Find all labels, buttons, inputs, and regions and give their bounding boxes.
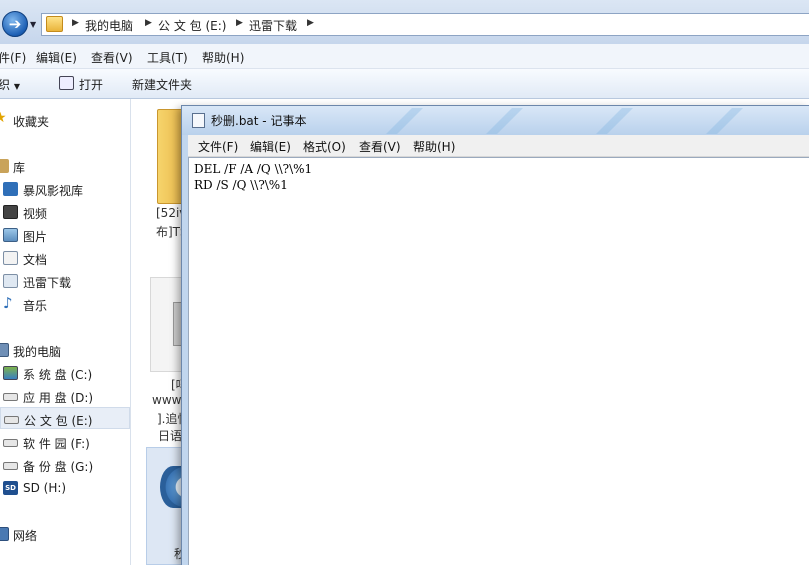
notepad-title-bar[interactable]: 秒删.bat - 记事本 bbox=[182, 106, 809, 135]
nav-computer[interactable]: 我的电脑 bbox=[0, 339, 130, 361]
nav-drive-label: 备 份 盘 (G:) bbox=[23, 460, 94, 474]
sd-card-icon: SD bbox=[3, 481, 18, 495]
nav-drive-label: SD (H:) bbox=[23, 481, 67, 495]
open-button[interactable]: 打开 bbox=[79, 76, 103, 93]
nav-drive-f[interactable]: 软 件 园 (F:) bbox=[0, 431, 130, 453]
nav-libraries-label: 库 bbox=[13, 161, 26, 175]
nav-item-videos[interactable]: 视频 bbox=[0, 201, 130, 223]
chevron-down-icon: ▼ bbox=[13, 82, 20, 91]
music-note-icon: ♪ bbox=[3, 294, 13, 312]
address-box[interactable]: ▶ 我的电脑 ▶ 公 文 包 (E:) ▶ 迅雷下载 ▶ bbox=[41, 13, 809, 36]
nav-item-label: 暴风影视库 bbox=[23, 184, 84, 198]
nav-network-label: 网络 bbox=[13, 529, 38, 543]
film-icon bbox=[3, 205, 18, 219]
folder-icon bbox=[46, 16, 63, 32]
menu-file[interactable]: 件(F) bbox=[0, 49, 26, 66]
nav-item-music[interactable]: ♪ 音乐 bbox=[0, 293, 130, 315]
menu-edit[interactable]: 编辑(E) bbox=[36, 49, 77, 66]
np-menu-file[interactable]: 文件(F) bbox=[198, 138, 238, 155]
download-library-icon bbox=[3, 274, 18, 288]
breadcrumb-my-computer[interactable]: 我的电脑 bbox=[85, 17, 133, 34]
hard-drive-icon bbox=[3, 462, 18, 470]
back-arrow-icon[interactable]: ➔ bbox=[2, 11, 28, 37]
np-menu-view[interactable]: 查看(V) bbox=[359, 138, 401, 155]
explorer-toolbar: 织 ▼ 打开 新建文件夹 bbox=[0, 69, 809, 99]
nav-drive-g[interactable]: 备 份 盘 (G:) bbox=[0, 454, 130, 476]
hard-drive-icon bbox=[3, 439, 18, 447]
aero-glass-decoration bbox=[702, 108, 750, 134]
nav-item-pictures[interactable]: 图片 bbox=[0, 224, 130, 246]
organize-button[interactable]: 织 ▼ bbox=[0, 76, 20, 93]
breadcrumb-separator-icon[interactable]: ▶ bbox=[145, 18, 152, 28]
menu-view[interactable]: 查看(V) bbox=[91, 49, 133, 66]
star-icon: ★ bbox=[0, 110, 7, 126]
breadcrumb-drive-e[interactable]: 公 文 包 (E:) bbox=[158, 17, 226, 34]
editor-line: RD /S /Q \\?\%1 bbox=[194, 178, 288, 192]
hard-drive-icon bbox=[3, 393, 18, 401]
notepad-menubar: 文件(F) 编辑(E) 格式(O) 查看(V) 帮助(H) bbox=[188, 135, 809, 157]
nav-drive-e[interactable]: 公 文 包 (E:) bbox=[0, 407, 130, 429]
computer-icon bbox=[0, 343, 9, 357]
nav-drive-label: 公 文 包 (E:) bbox=[24, 414, 93, 428]
menu-tools[interactable]: 工具(T) bbox=[147, 49, 188, 66]
history-dropdown-icon[interactable]: ▼ bbox=[30, 20, 36, 29]
nav-favorites-label: 收藏夹 bbox=[13, 115, 50, 129]
document-icon bbox=[3, 251, 18, 265]
np-menu-help[interactable]: 帮助(H) bbox=[413, 138, 455, 155]
nav-libraries[interactable]: 库 bbox=[0, 155, 130, 177]
aero-glass-decoration bbox=[482, 108, 530, 134]
nav-drive-d[interactable]: 应 用 盘 (D:) bbox=[0, 385, 130, 407]
nav-item-label: 图片 bbox=[23, 230, 48, 244]
editor-line: DEL /F /A /Q \\?\%1 bbox=[194, 162, 313, 176]
np-menu-edit[interactable]: 编辑(E) bbox=[250, 138, 291, 155]
navigation-pane: ★ 收藏夹 库 暴风影视库 视频 图片 文档 迅雷下载 ♪ 音乐 我的电脑 系 … bbox=[0, 99, 131, 565]
hard-drive-icon bbox=[4, 416, 19, 424]
np-menu-format[interactable]: 格式(O) bbox=[303, 138, 346, 155]
menu-help[interactable]: 帮助(H) bbox=[202, 49, 244, 66]
window-title: 秒删.bat - 记事本 bbox=[211, 114, 307, 128]
nav-item-label: 音乐 bbox=[23, 299, 48, 313]
nav-item-label: 视频 bbox=[23, 207, 48, 221]
nav-favorites[interactable]: ★ 收藏夹 bbox=[0, 109, 130, 131]
aero-glass-decoration bbox=[592, 108, 640, 134]
nav-item-documents[interactable]: 文档 bbox=[0, 247, 130, 269]
video-file-name[interactable]: www. bbox=[152, 393, 184, 407]
organize-label: 织 bbox=[0, 78, 11, 92]
breadcrumb-separator-icon[interactable]: ▶ bbox=[236, 18, 243, 28]
nav-network[interactable]: 网络 bbox=[0, 523, 130, 545]
nav-drive-label: 应 用 盘 (D:) bbox=[23, 391, 94, 405]
open-icon bbox=[59, 76, 74, 90]
nav-drive-h[interactable]: SD SD (H:) bbox=[0, 477, 130, 499]
picture-icon bbox=[3, 228, 18, 242]
system-drive-icon bbox=[3, 366, 18, 380]
text-editor-area[interactable]: DEL /F /A /Q \\?\%1 RD /S /Q \\?\%1 bbox=[188, 157, 809, 565]
breadcrumb-separator-icon[interactable]: ▶ bbox=[307, 18, 314, 28]
library-icon bbox=[0, 159, 9, 173]
video-file-name[interactable]: 日语 bbox=[158, 427, 182, 444]
notepad-icon bbox=[192, 113, 205, 128]
nav-drive-label: 软 件 园 (F:) bbox=[23, 437, 90, 451]
breadcrumb-xunlei-download[interactable]: 迅雷下载 bbox=[249, 17, 297, 34]
address-bar-area: ➔ ▼ ▶ 我的电脑 ▶ 公 文 包 (E:) ▶ 迅雷下载 ▶ bbox=[0, 0, 809, 44]
notepad-window[interactable]: 秒删.bat - 记事本 文件(F) 编辑(E) 格式(O) 查看(V) 帮助(… bbox=[181, 105, 809, 565]
nav-computer-label: 我的电脑 bbox=[13, 345, 62, 359]
breadcrumb-separator-icon[interactable]: ▶ bbox=[72, 18, 79, 28]
nav-item-baofeng[interactable]: 暴风影视库 bbox=[0, 178, 130, 200]
explorer-menubar: 件(F) 编辑(E) 查看(V) 工具(T) 帮助(H) bbox=[0, 44, 809, 69]
nav-drive-label: 系 统 盘 (C:) bbox=[23, 368, 93, 382]
nav-item-label: 文档 bbox=[23, 253, 48, 267]
aero-glass-decoration bbox=[382, 108, 430, 134]
media-library-icon bbox=[3, 182, 18, 196]
network-icon bbox=[0, 527, 9, 541]
nav-item-xunlei[interactable]: 迅雷下载 bbox=[0, 270, 130, 292]
new-folder-button[interactable]: 新建文件夹 bbox=[132, 76, 192, 93]
nav-drive-c[interactable]: 系 统 盘 (C:) bbox=[0, 362, 130, 384]
nav-item-label: 迅雷下载 bbox=[23, 276, 72, 290]
